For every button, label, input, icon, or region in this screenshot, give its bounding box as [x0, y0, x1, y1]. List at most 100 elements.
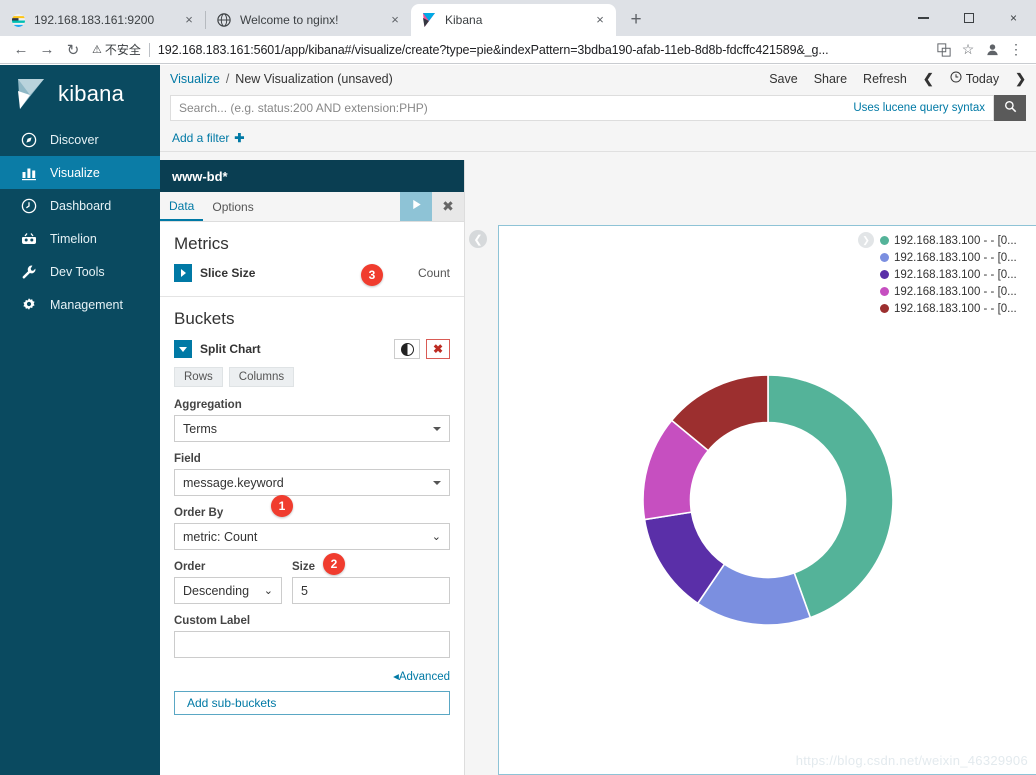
reload-icon[interactable]: ↻	[60, 37, 86, 63]
save-button[interactable]: Save	[769, 72, 798, 86]
add-sub-buckets-button[interactable]: Add sub-buckets	[174, 691, 450, 715]
share-button[interactable]: Share	[814, 72, 847, 86]
profile-icon[interactable]	[980, 38, 1004, 62]
triangle-right-icon	[174, 264, 192, 282]
order-field: Order Descending ⌄	[174, 561, 282, 604]
time-next-icon[interactable]: ❯	[1015, 71, 1026, 87]
triangle-down-icon[interactable]	[174, 340, 192, 358]
legend-item[interactable]: 192.168.183.100 - - [0...	[880, 266, 1032, 283]
sidebar-item-dashboard[interactable]: Dashboard	[0, 189, 160, 222]
sidebar-item-label: Visualize	[50, 165, 100, 180]
split-mode-pills: Rows Columns	[174, 367, 450, 387]
contrast-toggle-icon[interactable]	[394, 339, 420, 359]
field-label: Field	[174, 453, 201, 465]
donut-svg[interactable]	[638, 370, 898, 630]
field-select[interactable]: message.keyword	[174, 469, 450, 496]
forward-icon[interactable]: →	[34, 37, 60, 63]
order-select[interactable]: Descending ⌄	[174, 577, 282, 604]
bucket-split-chart-row[interactable]: Split Chart ✖	[174, 339, 450, 359]
breadcrumb-separator: /	[225, 71, 230, 86]
chevron-down-icon	[433, 480, 441, 485]
kibana-brand[interactable]: kibana	[0, 65, 160, 123]
query-bar: Search... (e.g. status:200 AND extension…	[160, 92, 1036, 124]
sidebar-item-timelion[interactable]: Timelion	[0, 222, 160, 255]
watermark-text: https://blog.csdn.net/weixin_46329906	[795, 753, 1028, 768]
delete-bucket-button[interactable]: ✖	[426, 339, 450, 359]
minimize-icon[interactable]	[901, 3, 946, 33]
kibana-icon	[421, 12, 437, 28]
add-filter-button[interactable]: Add a filter	[172, 131, 229, 145]
kibana-app: kibana Discover Visualize Dashboard Time…	[0, 65, 1036, 775]
chevron-down-icon: ⌄	[431, 531, 441, 543]
split-columns-pill[interactable]: Columns	[228, 367, 295, 387]
apply-changes-button[interactable]	[400, 192, 432, 221]
editor-tab-actions: ✖	[400, 192, 464, 221]
plus-icon[interactable]: ✚	[234, 131, 244, 145]
chart-card: ❯ 192.168.183.100 - - [0... 192.168.183.…	[498, 225, 1036, 775]
split-rows-pill[interactable]: Rows	[174, 367, 223, 387]
sidebar-item-dev-tools[interactable]: Dev Tools	[0, 255, 160, 288]
custom-label-input[interactable]	[174, 631, 450, 658]
sidebar-item-discover[interactable]: Discover	[0, 123, 160, 156]
browser-tab-2[interactable]: Welcome to nginx! ×	[206, 4, 411, 36]
size-label: Size	[292, 561, 316, 573]
legend-toggle-button[interactable]: ❯	[858, 232, 874, 248]
annotation-badge-2: 2	[323, 553, 345, 575]
search-input[interactable]: Search... (e.g. status:200 AND extension…	[170, 95, 994, 121]
translate-icon[interactable]	[932, 38, 956, 62]
address-bar[interactable]: ⚠ 不安全 192.168.183.161:5601/app/kibana#/v…	[92, 38, 926, 62]
refresh-button[interactable]: Refresh	[863, 72, 907, 86]
search-placeholder: Search... (e.g. status:200 AND extension…	[179, 101, 428, 115]
tab-options[interactable]: Options	[203, 192, 262, 221]
star-icon[interactable]: ☆	[956, 38, 980, 62]
search-submit-button[interactable]	[994, 95, 1026, 121]
window-controls: ×	[901, 0, 1036, 36]
breadcrumb-root[interactable]: Visualize	[170, 72, 220, 86]
compass-icon	[18, 132, 40, 148]
collapse-editor-button[interactable]: ❮	[469, 230, 487, 248]
annotation-badge-3: 3	[361, 264, 383, 286]
editor-body: Metrics Slice Size Count Buckets Split C…	[160, 222, 464, 715]
legend-item[interactable]: 192.168.183.100 - - [0...	[880, 283, 1032, 300]
order-by-value: metric: Count	[183, 529, 258, 544]
discard-changes-button[interactable]: ✖	[432, 192, 464, 221]
sidebar-item-visualize[interactable]: Visualize	[0, 156, 160, 189]
legend-item[interactable]: 192.168.183.100 - - [0...	[880, 249, 1032, 266]
close-icon[interactable]: ×	[181, 12, 197, 28]
buckets-heading: Buckets	[174, 309, 235, 328]
tab-data[interactable]: Data	[160, 192, 204, 221]
close-icon[interactable]: ×	[592, 12, 608, 28]
time-picker[interactable]: Today	[950, 71, 999, 86]
legend-item[interactable]: 192.168.183.100 - - [0...	[880, 300, 1032, 317]
aggregation-select[interactable]: Terms	[174, 415, 450, 442]
maximize-icon[interactable]	[946, 3, 991, 33]
metrics-heading: Metrics	[174, 234, 229, 253]
close-icon[interactable]: ×	[387, 12, 403, 28]
sidebar-item-management[interactable]: Management	[0, 288, 160, 321]
time-prev-icon[interactable]: ❮	[923, 71, 934, 87]
lucene-hint: Uses lucene query syntax	[853, 102, 985, 114]
browser-tab-3[interactable]: Kibana ×	[411, 4, 616, 36]
advanced-toggle[interactable]: ◂Advanced	[174, 669, 450, 683]
order-by-select[interactable]: metric: Count ⌄	[174, 523, 450, 550]
filter-bar: Add a filter ✚	[160, 124, 1036, 152]
window-close-icon[interactable]: ×	[991, 3, 1036, 33]
field-value: message.keyword	[183, 475, 284, 490]
browser-tab-1[interactable]: 192.168.183.161:9200 ×	[0, 4, 205, 36]
new-tab-button[interactable]: +	[622, 6, 650, 34]
bar-chart-icon	[18, 165, 40, 181]
kebab-menu-icon[interactable]: ⋮	[1004, 38, 1028, 62]
legend-color-swatch	[880, 304, 889, 313]
time-range-label: Today	[965, 71, 1000, 86]
browser-tab-title: 192.168.183.161:9200	[34, 13, 155, 27]
url-divider	[148, 42, 150, 57]
index-pattern-title: www-bd*	[160, 160, 464, 192]
size-input[interactable]: 5	[292, 577, 450, 604]
advanced-label: Advanced	[398, 671, 450, 683]
legend-item[interactable]: 192.168.183.100 - - [0...	[880, 232, 1032, 249]
security-indicator[interactable]: ⚠ 不安全	[92, 41, 141, 58]
metric-slice-size-row[interactable]: Slice Size Count	[174, 264, 450, 282]
field-field: Field message.keyword	[174, 453, 450, 496]
browser-tab-bar: 192.168.183.161:9200 × Welcome to nginx!…	[0, 0, 1036, 36]
back-icon[interactable]: ←	[8, 37, 34, 63]
